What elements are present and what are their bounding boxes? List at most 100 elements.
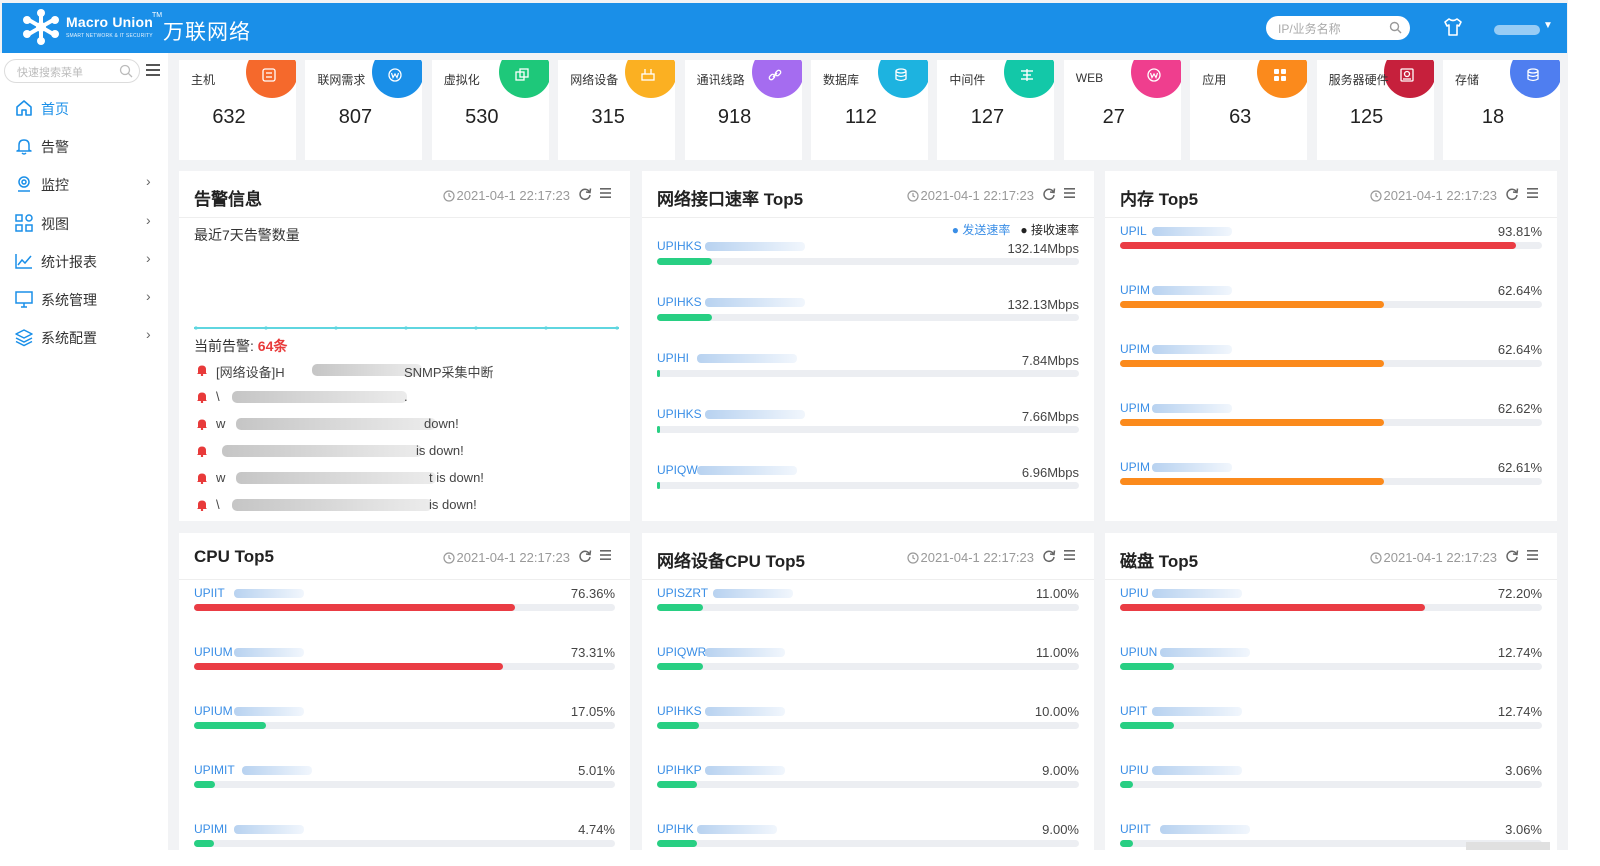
item-name[interactable]: UPIUM (194, 645, 233, 659)
list-item[interactable]: UPIU 72.20% (1120, 586, 1542, 630)
list-item[interactable]: UPIUM 73.31% (194, 645, 615, 689)
list-item[interactable]: UPIHKS 132.13Mbps (657, 295, 1079, 339)
list-item[interactable]: UPIM 62.64% (1120, 283, 1542, 327)
item-name[interactable]: UPIHK (657, 822, 694, 836)
stat-card[interactable]: 主机 632 (179, 60, 296, 160)
stat-card[interactable]: 应用 63 (1190, 60, 1308, 160)
more-menu-icon[interactable] (1526, 549, 1539, 561)
item-name[interactable]: UPIQW (657, 463, 698, 477)
sidebar-item-system-config[interactable]: 系统配置 › (0, 320, 168, 354)
item-name[interactable]: UPIM (1120, 283, 1150, 297)
legend-send: ● 发送速率 (951, 223, 1011, 237)
alarm-item[interactable]: w down! (194, 415, 604, 442)
alarm-item-text: w (216, 416, 226, 431)
stat-card[interactable]: 虚拟化 530 (431, 60, 549, 160)
refresh-icon[interactable] (1505, 549, 1519, 563)
alarm-item[interactable]: \ is down! (194, 496, 604, 523)
list-item[interactable]: UPIU 3.06% (1120, 763, 1542, 807)
item-name[interactable]: UPISZRT (657, 586, 708, 600)
list-item[interactable]: UPIMIT 5.01% (194, 763, 615, 807)
list-item[interactable]: UPIUM 17.05% (194, 704, 615, 748)
item-name[interactable]: UPIUM (194, 704, 233, 718)
item-value: 10.00% (1034, 704, 1079, 719)
alarm-item[interactable]: \. (194, 388, 604, 415)
list-item[interactable]: UPIMI 4.74% (194, 822, 615, 850)
user-dropdown-icon[interactable]: ▼ (1543, 20, 1553, 31)
list-item[interactable]: UPIQWR 11.00% (657, 645, 1079, 689)
list-item[interactable]: UPIHKS 10.00% (657, 704, 1079, 748)
sidebar-item-monitor[interactable]: 监控 › (0, 167, 168, 201)
more-menu-icon[interactable] (1063, 549, 1076, 561)
item-name[interactable]: UPIUN (1120, 645, 1157, 659)
item-name[interactable]: UPIHKS (657, 407, 702, 421)
item-name[interactable]: UPIL (1120, 224, 1147, 238)
more-menu-icon[interactable] (599, 549, 612, 561)
alarm-item[interactable]: is down! (194, 442, 604, 469)
sidebar-item-view[interactable]: 视图 › (0, 206, 168, 240)
apps-icon (1274, 69, 1287, 81)
item-name[interactable]: UPIMI (194, 822, 227, 836)
sidebar-item-reports[interactable]: 统计报表 › (0, 244, 168, 278)
more-menu-icon[interactable] (1063, 187, 1076, 199)
search-icon[interactable] (1389, 21, 1402, 34)
more-menu-icon[interactable] (599, 187, 612, 199)
more-menu-icon[interactable] (1526, 187, 1539, 199)
logo[interactable]: Macro Union TM SMART NETWORK & IT SECURI… (22, 6, 262, 50)
refresh-icon[interactable] (578, 549, 592, 563)
header-search-input[interactable]: IP/业务名称 (1266, 16, 1410, 40)
item-name[interactable]: UPIU (1120, 586, 1149, 600)
stat-card[interactable]: 中间件 127 (937, 60, 1055, 160)
list-item[interactable]: UPISZRT 11.00% (657, 586, 1079, 630)
list-item[interactable]: UPIM 62.64% (1120, 342, 1542, 386)
refresh-icon[interactable] (578, 187, 592, 201)
list-item[interactable]: UPIUN 12.74% (1120, 645, 1542, 689)
item-name[interactable]: UPIM (1120, 342, 1150, 356)
item-name[interactable]: UPIHKS (657, 704, 702, 718)
list-item[interactable]: UPIIT 76.36% (194, 586, 615, 630)
item-name[interactable]: UPIM (1120, 401, 1150, 415)
menu-toggle-icon[interactable] (145, 63, 161, 77)
stat-card[interactable]: 数据库 112 (811, 60, 928, 160)
list-item[interactable]: UPIT 12.74% (1120, 704, 1542, 748)
list-item[interactable]: UPIL 93.81% (1120, 224, 1542, 268)
refresh-icon[interactable] (1042, 187, 1056, 201)
stat-card[interactable]: 网络设备 315 (558, 60, 676, 160)
sidebar-item-system-manage[interactable]: 系统管理 › (0, 282, 168, 316)
item-name[interactable]: UPIHKS (657, 295, 702, 309)
sidebar-item-home[interactable]: 首页 (0, 91, 168, 125)
item-name[interactable]: UPIM (1120, 460, 1150, 474)
alarm-item[interactable]: w t is down! (194, 469, 604, 496)
item-name[interactable]: UPIHKP (657, 763, 702, 777)
alarm-item[interactable]: [网络设备]H SNMP采集中断 (194, 361, 604, 388)
item-name[interactable]: UPIHI (657, 351, 689, 365)
stat-card[interactable]: 服务器硬件 125 (1316, 60, 1434, 160)
list-item[interactable]: UPIHK 9.00% (657, 822, 1079, 850)
skin-theme-icon[interactable] (1442, 16, 1464, 38)
stat-card[interactable]: WEB 27 (1063, 60, 1181, 160)
alarm-trend-chart[interactable] (194, 325, 619, 331)
sidebar-item-alarm[interactable]: 告警 (0, 129, 168, 163)
list-item[interactable]: UPIHKS 7.66Mbps (657, 407, 1079, 451)
item-name[interactable]: UPIHKS (657, 239, 702, 253)
stat-card[interactable]: 联网需求 807 (305, 60, 423, 160)
item-name[interactable]: UPIIT (1120, 822, 1151, 836)
search-icon[interactable] (119, 64, 133, 78)
list-item[interactable]: UPIHI 7.84Mbps (657, 351, 1079, 395)
list-item[interactable]: UPIHKS 132.14Mbps (657, 239, 1079, 283)
item-name[interactable]: UPIQWR (657, 645, 706, 659)
item-name[interactable]: UPIT (1120, 704, 1147, 718)
item-name[interactable]: UPIMIT (194, 763, 235, 777)
item-name[interactable]: UPIU (1120, 763, 1149, 777)
item-name[interactable]: UPIIT (194, 586, 225, 600)
list-item[interactable]: UPIQW 6.96Mbps (657, 463, 1079, 507)
user-avatar-name[interactable] (1494, 25, 1540, 35)
menu-search-input[interactable]: 快速搜索菜单 (4, 59, 140, 83)
stat-card[interactable]: 通讯线路 918 (684, 60, 802, 160)
stat-card[interactable]: 存储 18 (1443, 60, 1560, 160)
refresh-icon[interactable] (1505, 187, 1519, 201)
refresh-icon[interactable] (1042, 549, 1056, 563)
list-item[interactable]: UPIM 62.62% (1120, 401, 1542, 445)
list-item[interactable]: UPIHKP 9.00% (657, 763, 1079, 807)
horizontal-scrollbar[interactable] (1466, 842, 1550, 850)
list-item[interactable]: UPIM 62.61% (1120, 460, 1542, 504)
